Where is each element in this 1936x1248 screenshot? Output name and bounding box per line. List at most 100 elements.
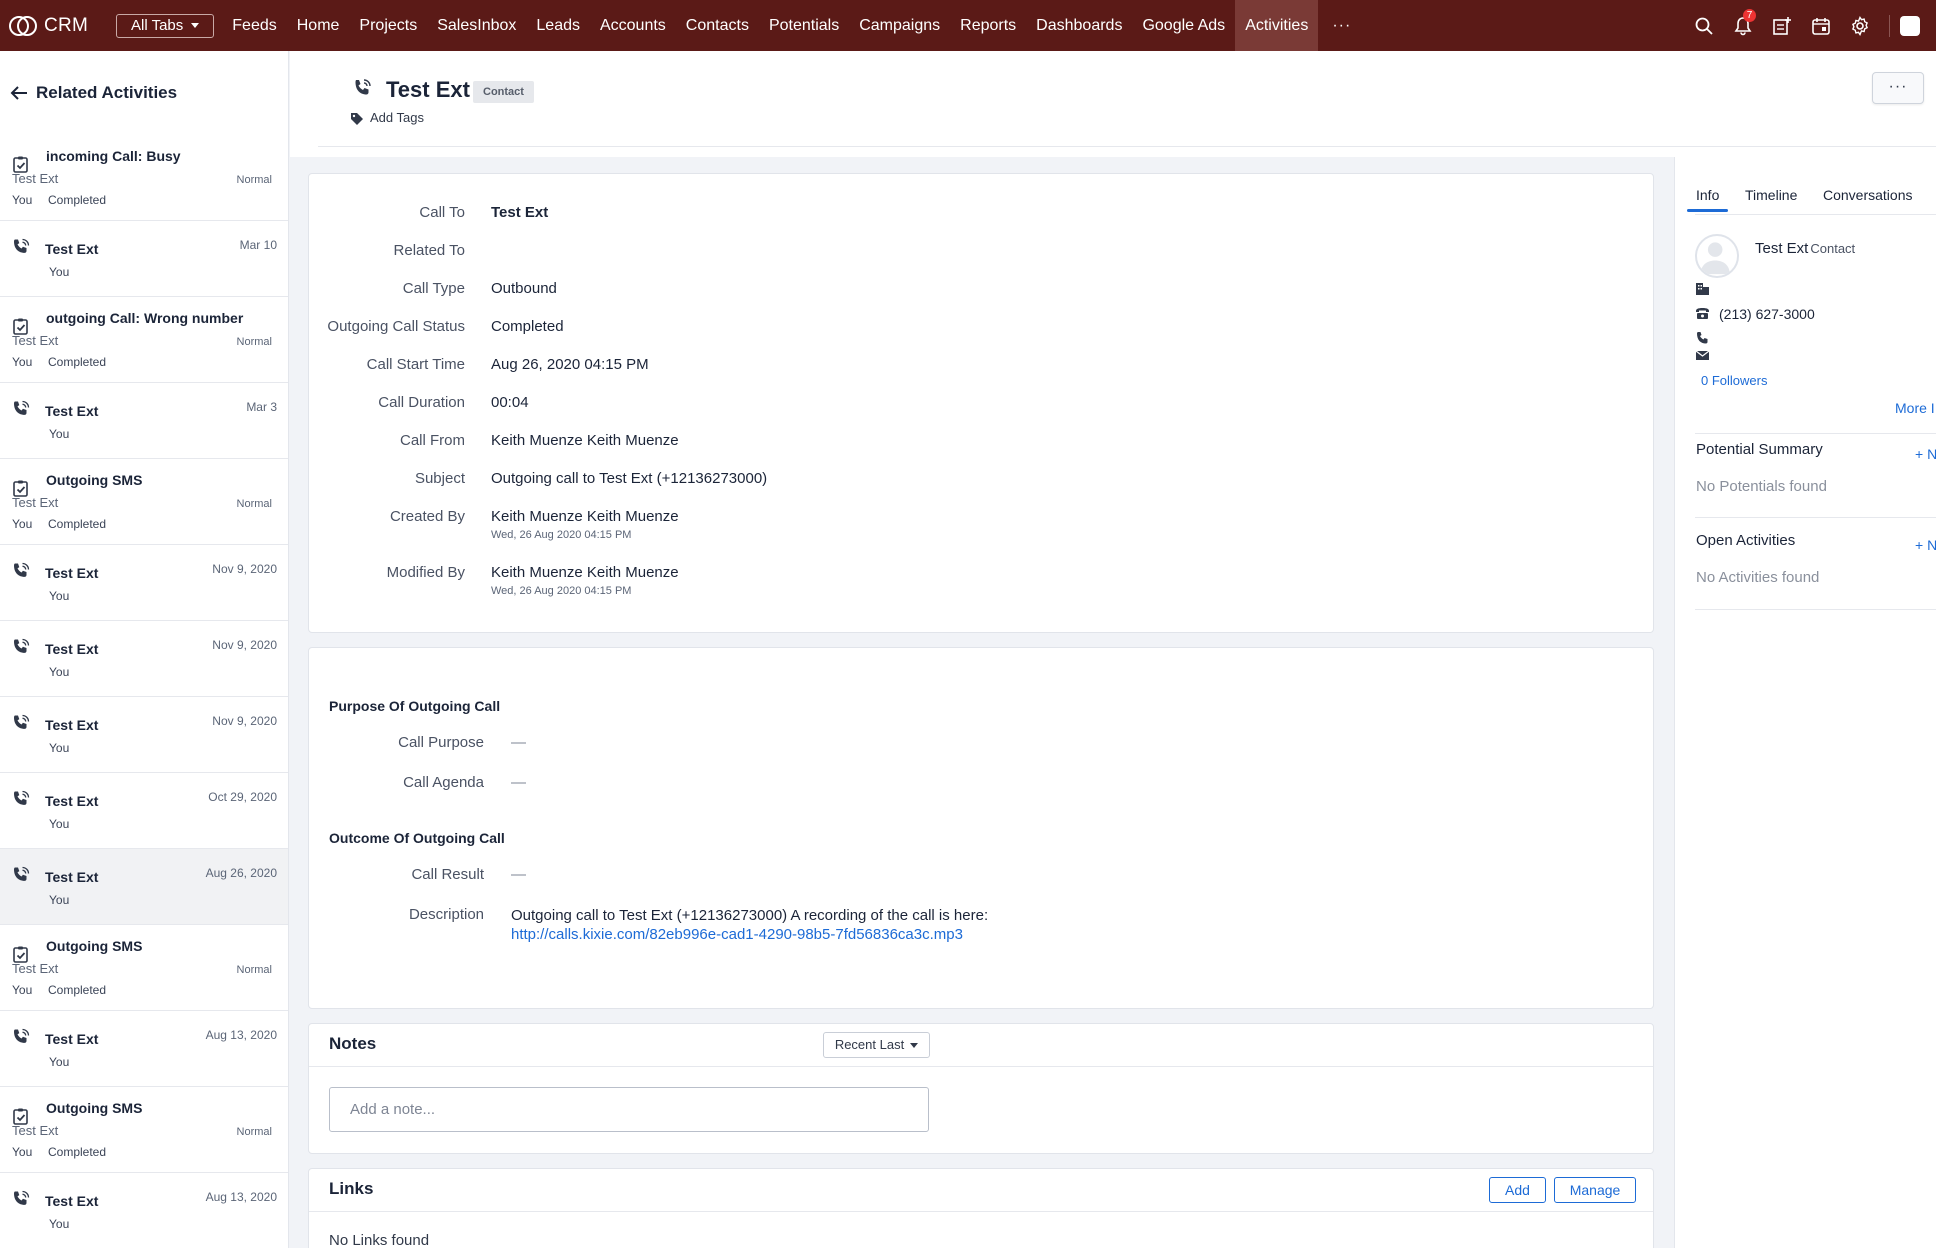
field-label: Created By	[389, 508, 465, 525]
contact-name[interactable]: Test Ext Contact	[1755, 240, 1855, 257]
nav-google-ads[interactable]: Google Ads	[1132, 0, 1235, 51]
field-value: Aug 26, 2020 04:15 PM	[491, 356, 649, 373]
activities-empty-text: No Activities found	[1696, 569, 1820, 586]
nav-feeds[interactable]: Feeds	[222, 0, 286, 51]
field-call-purpose: Call Purpose —	[309, 734, 526, 751]
field-value: Outbound	[491, 280, 557, 297]
add-activity-link[interactable]: + N	[1915, 537, 1936, 553]
add-record-icon	[1772, 16, 1791, 35]
activity-list-item[interactable]: outgoing Call: Wrong number Test Ext Norma…	[0, 297, 288, 383]
links-empty-text: No Links found	[329, 1232, 430, 1248]
activity-related: Test Ext	[12, 171, 59, 186]
field-value: —	[511, 774, 526, 791]
activity-list-item[interactable]: incoming Call: Busy Test Ext Normal You Comp…	[0, 135, 288, 221]
outcome-section-title: Outcome Of Outgoing Call	[329, 830, 505, 846]
nav-salesinbox[interactable]: SalesInbox	[427, 0, 526, 51]
all-tabs-label: All Tabs	[131, 17, 184, 34]
nav-activities[interactable]: Activities	[1235, 0, 1319, 51]
calendar-button[interactable]	[1801, 0, 1840, 51]
nav-dashboards[interactable]: Dashboards	[1026, 0, 1132, 51]
add-potential-link[interactable]: + N	[1915, 446, 1936, 462]
nav-accounts[interactable]: Accounts	[590, 0, 676, 51]
contact-phone[interactable]: (213) 627-3000	[1719, 306, 1815, 322]
activity-list-item[interactable]: Test Ext Nov 9, 2020 You	[0, 697, 288, 773]
field-value[interactable]: Test Ext	[491, 204, 548, 221]
add-link-button[interactable]: Add	[1489, 1177, 1546, 1203]
activity-list-item[interactable]: Test Ext Nov 9, 2020 You	[0, 621, 288, 697]
created-timestamp: Wed, 26 Aug 2020 04:15 PM	[491, 529, 632, 541]
activity-owner: You	[12, 1145, 33, 1159]
panel-divider	[1695, 609, 1936, 610]
more-info-link[interactable]: More I	[1895, 400, 1935, 416]
add-tags-link[interactable]: Add Tags	[370, 110, 424, 125]
activity-list-item[interactable]: Test Ext Aug 13, 2020 You	[0, 1173, 288, 1248]
user-avatar[interactable]	[1900, 15, 1920, 36]
nav-reports[interactable]: Reports	[950, 0, 1026, 51]
activity-date: Nov 9, 2020	[212, 714, 277, 728]
activity-list-item[interactable]: Test Ext Aug 26, 2020 You	[0, 849, 288, 925]
manage-links-button[interactable]: Manage	[1554, 1177, 1636, 1203]
recording-link[interactable]: http://calls.kixie.com/82eb996e-cad1-429…	[511, 925, 988, 944]
activity-date: Mar 10	[239, 238, 277, 252]
crm-logo[interactable]: CRM	[8, 15, 104, 37]
more-tabs-button[interactable]: ···	[1318, 0, 1365, 51]
nav-projects[interactable]: Projects	[349, 0, 427, 51]
field-call-agenda: Call Agenda —	[309, 774, 526, 791]
activity-list-item[interactable]: Test Ext Aug 13, 2020 You	[0, 1011, 288, 1087]
tab-info[interactable]: Info	[1686, 187, 1729, 212]
activity-owner: You	[12, 983, 33, 997]
activity-title: Test Ext	[45, 565, 99, 581]
activity-list-item[interactable]: Outgoing SMS Test Ext Normal You Completed	[0, 1087, 288, 1173]
quick-create-button[interactable]	[1762, 0, 1801, 51]
activity-title: Outgoing SMS	[46, 938, 143, 954]
activity-title: Outgoing SMS	[46, 472, 143, 488]
activity-list-item[interactable]: Test Ext Nov 9, 2020 You	[0, 545, 288, 621]
activity-date: Nov 9, 2020	[212, 562, 277, 576]
activity-date: Aug 13, 2020	[205, 1028, 277, 1042]
activity-list-item[interactable]: Outgoing SMS Test Ext Normal You Completed	[0, 459, 288, 545]
phone-call-icon	[12, 238, 30, 256]
add-note-input[interactable]	[329, 1087, 929, 1132]
field-call-duration: Call Duration 00:04	[309, 394, 528, 411]
nav-home[interactable]: Home	[287, 0, 350, 51]
nav-campaigns[interactable]: Campaigns	[849, 0, 950, 51]
all-tabs-dropdown[interactable]: All Tabs	[116, 13, 215, 38]
activity-status: Completed	[48, 193, 107, 207]
activity-title: Test Ext	[45, 241, 99, 257]
modified-timestamp: Wed, 26 Aug 2020 04:15 PM	[491, 585, 632, 597]
activity-list-item[interactable]: Test Ext Mar 10 You	[0, 221, 288, 297]
activity-title: incoming Call: Busy	[46, 148, 181, 164]
tab-timeline[interactable]: Timeline	[1745, 187, 1797, 203]
more-actions-button[interactable]: ···	[1872, 72, 1924, 104]
activity-priority: Normal	[236, 174, 272, 186]
field-value: Keith Muenze Keith Muenze	[491, 432, 679, 449]
phone-call-icon	[12, 1190, 30, 1208]
followers-link[interactable]: 0 Followers	[1701, 373, 1767, 388]
caret-down-icon	[910, 1043, 919, 1049]
nav-leads[interactable]: Leads	[526, 0, 590, 51]
field-label: Outgoing Call Status	[327, 318, 465, 335]
back-arrow-icon[interactable]	[10, 85, 28, 101]
activity-owner: You	[49, 427, 70, 441]
activity-related: Test Ext	[12, 333, 59, 348]
notes-sort-dropdown[interactable]: Recent Last	[823, 1032, 930, 1058]
activity-title: Test Ext	[45, 793, 99, 809]
top-actions: 7	[1684, 0, 1936, 51]
field-created-by: Created By Keith Muenze Keith Muenze	[309, 508, 679, 525]
activity-date: Aug 13, 2020	[205, 1190, 277, 1204]
activity-list-item[interactable]: Test Ext Mar 3 You	[0, 383, 288, 459]
tab-conversations[interactable]: Conversations	[1823, 187, 1913, 203]
nav-potentials[interactable]: Potentials	[759, 0, 849, 51]
header-divider	[318, 146, 1936, 147]
notifications-button[interactable]: 7	[1723, 0, 1762, 51]
activity-owner: You	[49, 589, 70, 603]
activity-list-item[interactable]: Test Ext Oct 29, 2020 You	[0, 773, 288, 849]
settings-button[interactable]	[1840, 0, 1879, 51]
phone-call-icon	[12, 400, 30, 418]
nav-contacts[interactable]: Contacts	[676, 0, 759, 51]
search-button[interactable]	[1684, 0, 1723, 51]
activity-title: Outgoing SMS	[46, 1100, 143, 1116]
field-call-result: Call Result —	[309, 866, 526, 883]
activity-date: Mar 3	[246, 400, 277, 414]
activity-list-item[interactable]: Outgoing SMS Test Ext Normal You Completed	[0, 925, 288, 1011]
